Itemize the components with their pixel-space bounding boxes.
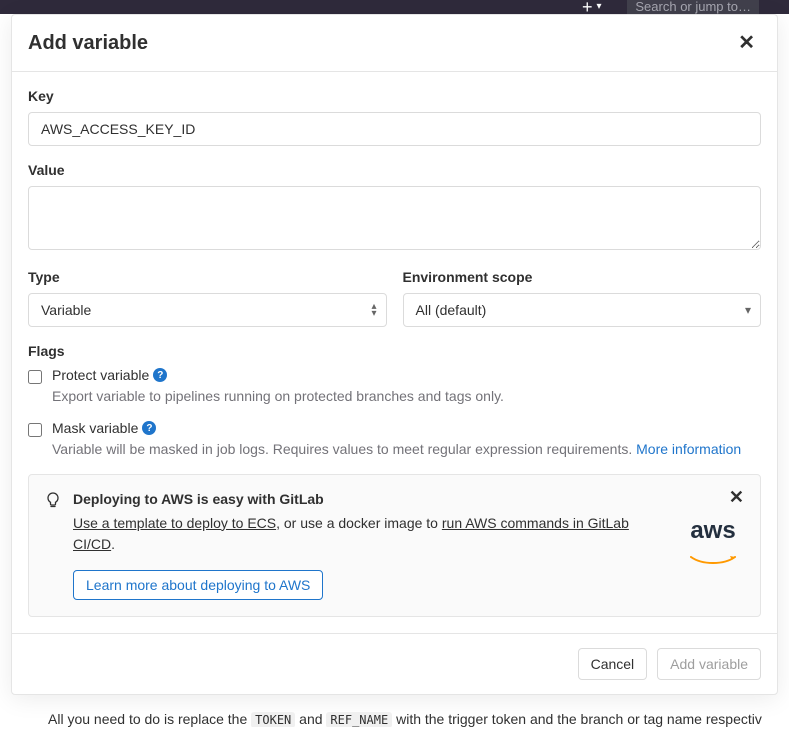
callout-title: Deploying to AWS is easy with GitLab	[73, 491, 654, 507]
protect-variable-label: Protect variable	[52, 367, 149, 383]
help-icon[interactable]: ?	[153, 368, 167, 382]
type-label: Type	[28, 269, 387, 285]
mask-variable-label: Mask variable	[52, 420, 138, 436]
lightbulb-icon	[45, 492, 61, 511]
key-label: Key	[28, 88, 761, 104]
callout-text: Use a template to deploy to ECS, or use …	[73, 513, 654, 556]
mask-more-info-link[interactable]: More information	[636, 441, 741, 457]
cancel-button[interactable]: Cancel	[578, 648, 648, 680]
background-text: All you need to do is replace the TOKEN …	[48, 711, 789, 727]
add-variable-modal: Add variable ✕ Key Value Type Variable ▴…	[11, 14, 778, 695]
header-new-dropdown: + ▾	[576, 0, 608, 14]
env-scope-select[interactable]: All (default)	[403, 293, 762, 327]
deploy-ecs-link[interactable]: Use a template to deploy to ECS	[73, 515, 276, 531]
modal-title: Add variable	[28, 32, 148, 55]
mask-variable-checkbox[interactable]	[28, 423, 42, 437]
protect-variable-desc: Export variable to pipelines running on …	[52, 386, 761, 406]
key-input[interactable]	[28, 112, 761, 146]
modal-body: Key Value Type Variable ▴▾ Environment s…	[12, 72, 777, 633]
add-variable-button[interactable]: Add variable	[657, 648, 761, 680]
value-label: Value	[28, 162, 761, 178]
callout-close-icon[interactable]: ✕	[723, 485, 750, 510]
aws-logo: aws	[690, 517, 736, 573]
aws-callout: Deploying to AWS is easy with GitLab Use…	[28, 474, 761, 617]
close-icon[interactable]: ✕	[732, 31, 761, 55]
modal-header: Add variable ✕	[12, 15, 777, 72]
learn-more-aws-button[interactable]: Learn more about deploying to AWS	[73, 570, 323, 600]
value-textarea[interactable]	[28, 186, 761, 250]
modal-footer: Cancel Add variable	[12, 633, 777, 694]
header-search: Search or jump to…	[627, 0, 759, 14]
flags-label: Flags	[28, 343, 761, 359]
type-select[interactable]: Variable	[28, 293, 387, 327]
help-icon[interactable]: ?	[142, 421, 156, 435]
mask-variable-desc: Variable will be masked in job logs. Req…	[52, 439, 761, 459]
env-scope-label: Environment scope	[403, 269, 762, 285]
protect-variable-checkbox[interactable]	[28, 370, 42, 384]
